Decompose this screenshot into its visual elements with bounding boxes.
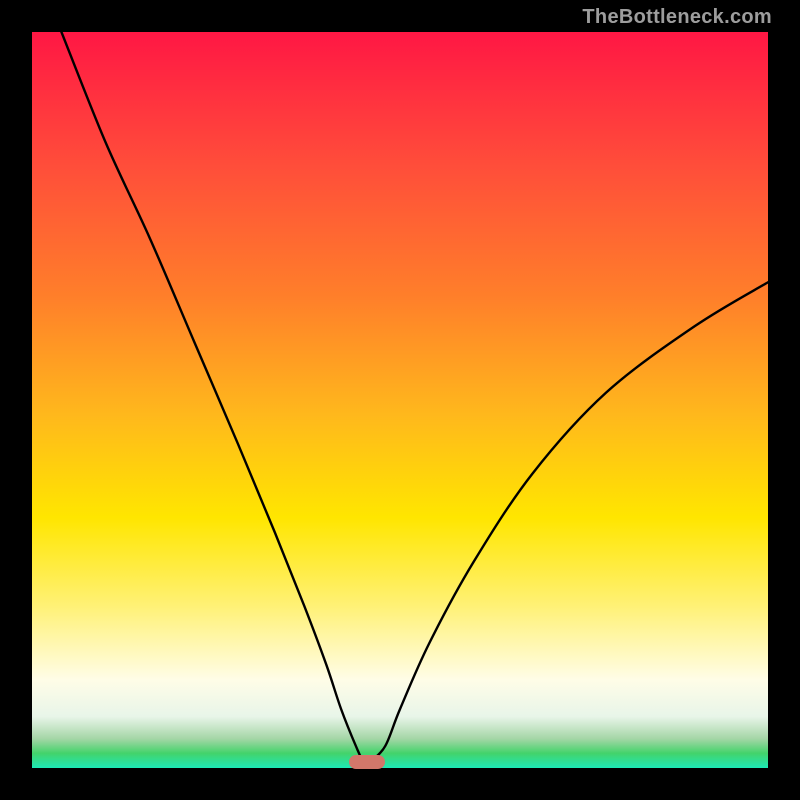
plot-area [32,32,768,768]
bottleneck-curve [32,32,768,768]
watermark-text: TheBottleneck.com [582,6,772,29]
optimal-point-marker [349,755,385,769]
chart-container: TheBottleneck.com [0,0,800,800]
